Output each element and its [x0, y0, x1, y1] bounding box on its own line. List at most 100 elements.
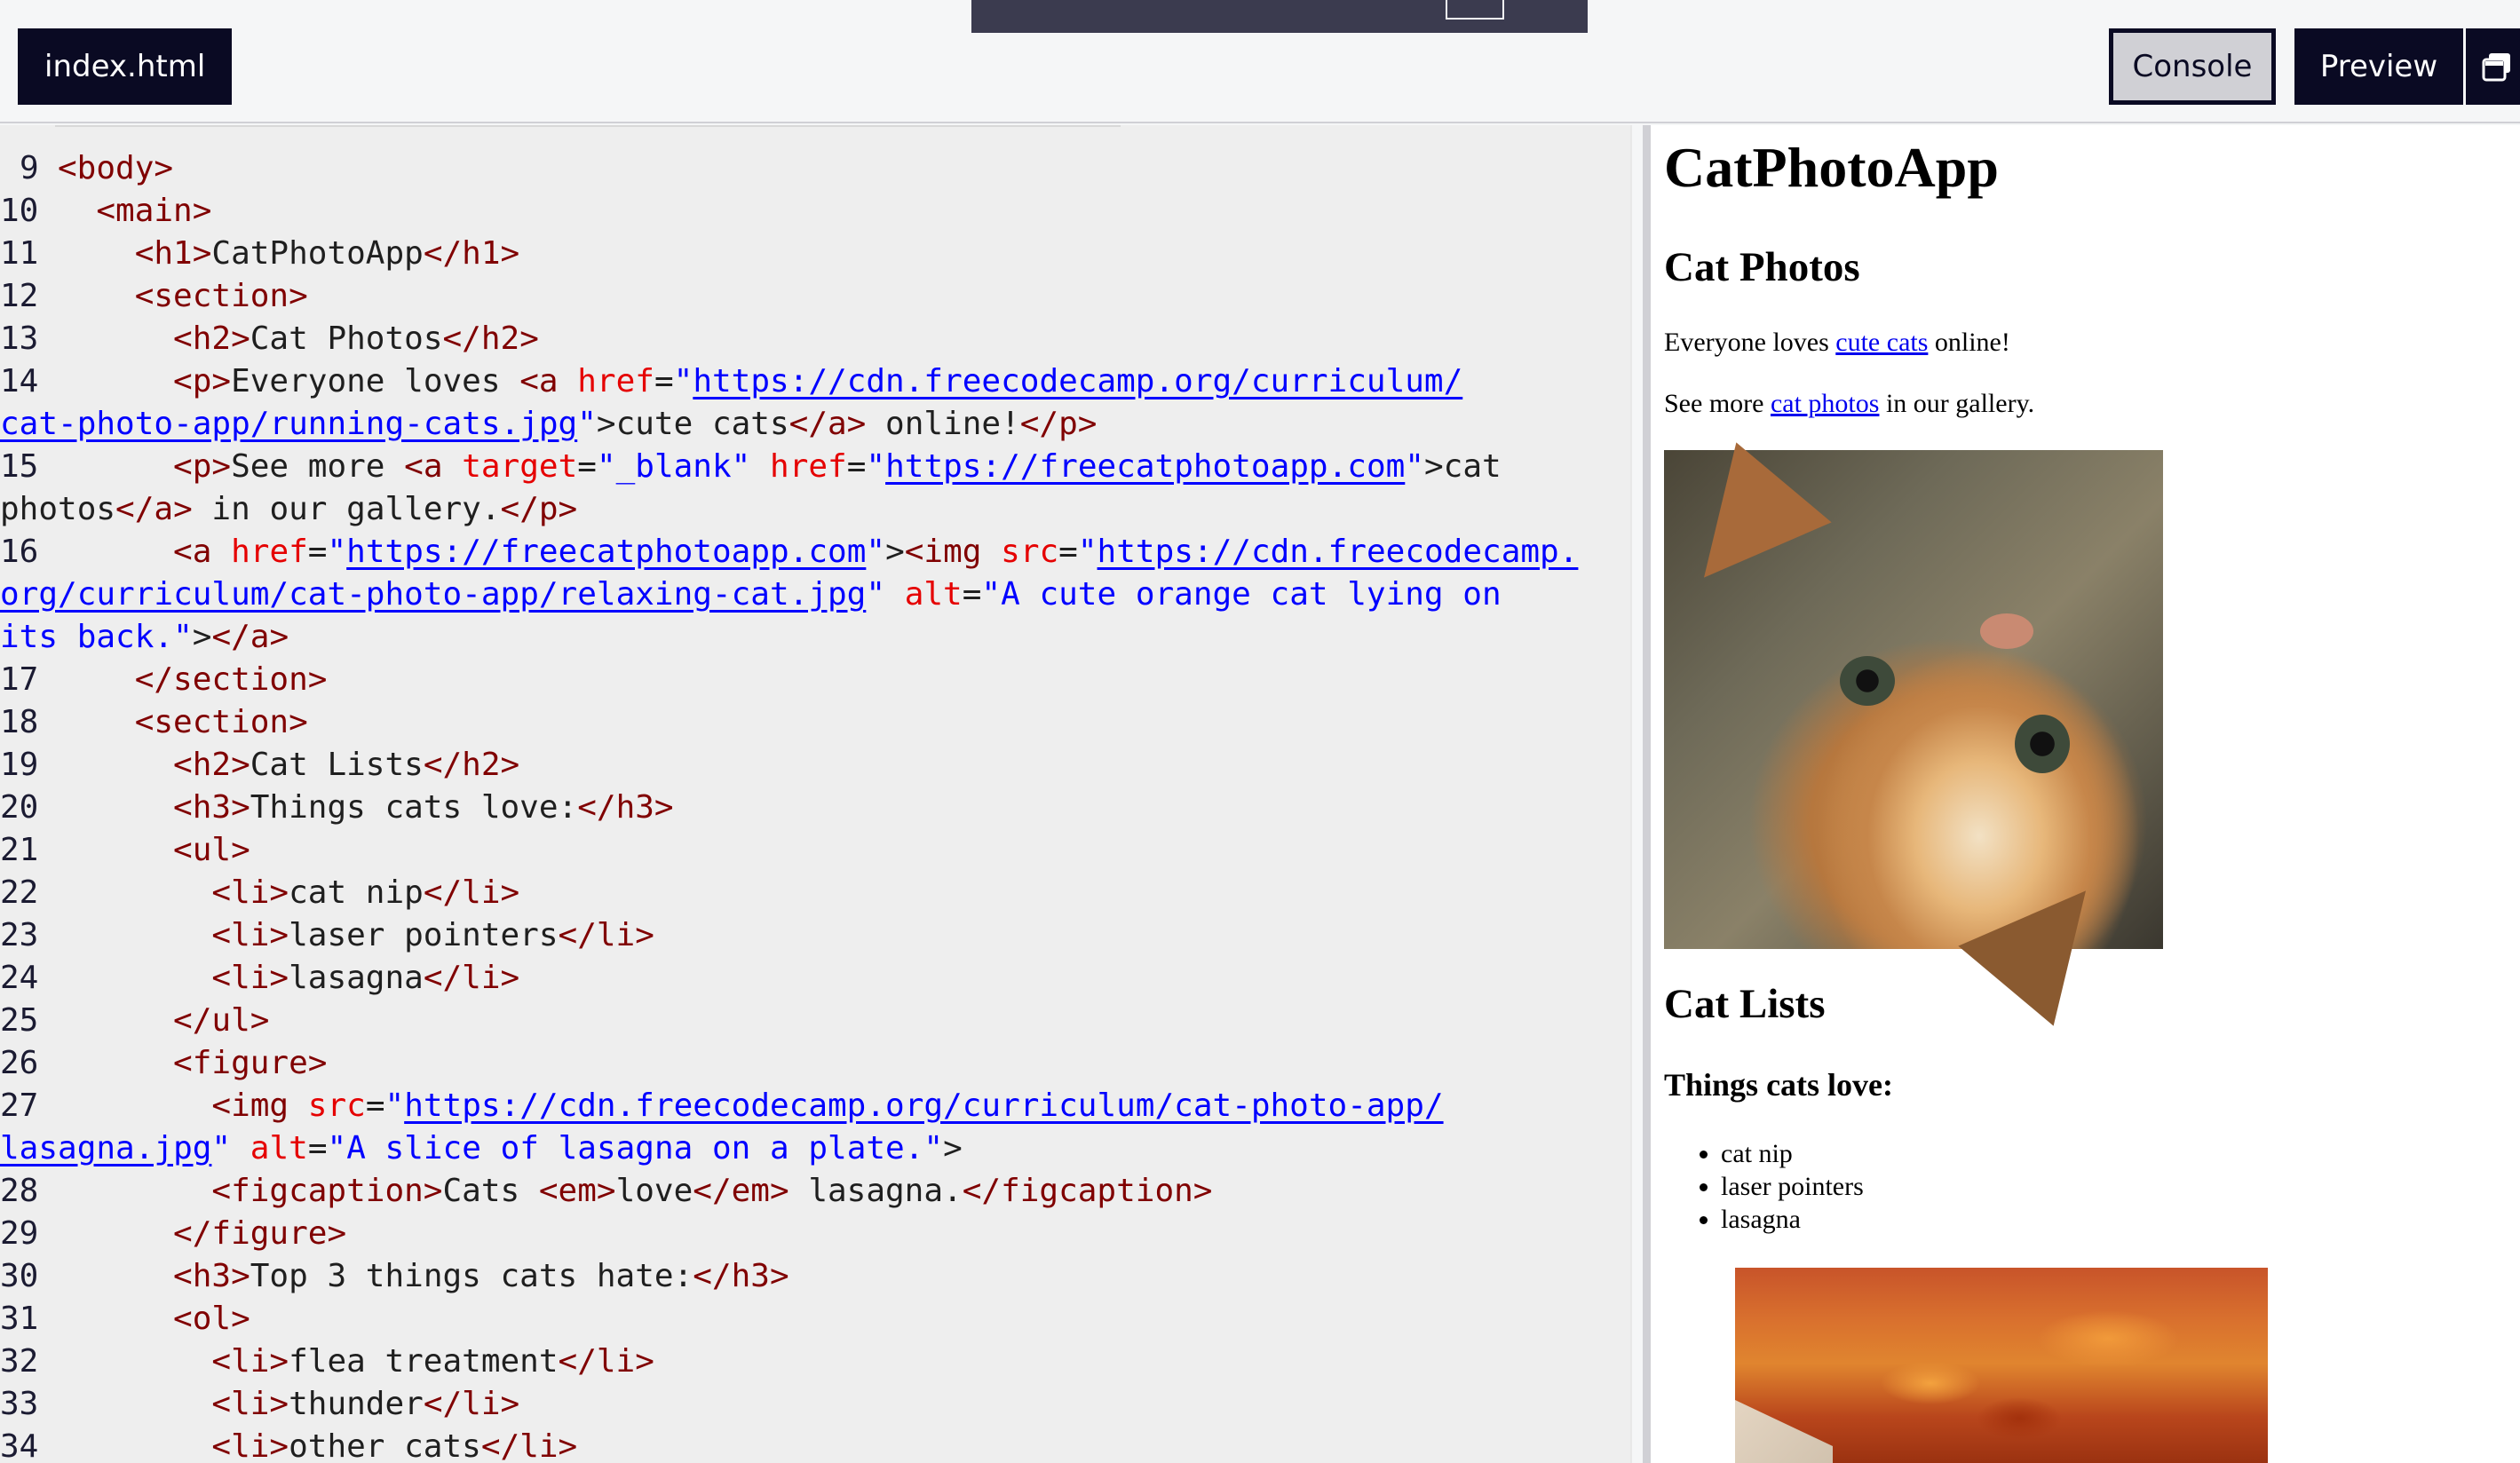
line-number: 19	[0, 747, 39, 783]
code-text: <li>flea treatment</li>	[211, 1343, 654, 1380]
code-text: <h3>Things cats love:</h3>	[173, 789, 674, 826]
list-item: laser pointers	[1721, 1170, 1864, 1203]
relaxing-cat-image[interactable]	[1656, 442, 2163, 1026]
line-number: 17	[0, 661, 39, 698]
cute-cats-link[interactable]: cute cats	[1835, 328, 1928, 357]
preview-h3-things-cats-love: Things cats love:	[1664, 1067, 1894, 1103]
code-text: <h1>CatPhotoApp</h1>	[134, 235, 520, 272]
code-line: 25 </ul>	[0, 1000, 1632, 1042]
line-number: 33	[0, 1386, 39, 1422]
code-text: </ul>	[173, 1002, 270, 1039]
line-number: 29	[0, 1215, 39, 1252]
top-bar: index.html Console Preview	[0, 0, 2520, 123]
cats-love-list: cat nip laser pointers lasagna	[1721, 1137, 1864, 1236]
code-line: 15 <p>See more <a target="_blank" href="…	[0, 446, 1632, 531]
preview-pane[interactable]: CatPhotoApp Cat Photos Everyone loves cu…	[1651, 125, 2520, 1463]
code-line: 14 <p>Everyone loves <a href="https://cd…	[0, 360, 1632, 446]
code-line: 13 <h2>Cat Photos</h2>	[0, 318, 1632, 360]
code-text: <h2>Cat Photos</h2>	[173, 320, 539, 357]
code-text: <figure>	[173, 1045, 328, 1081]
cat-eye	[1840, 656, 1895, 706]
line-number: 25	[0, 1002, 39, 1039]
code-line: 10 <main>	[0, 190, 1632, 233]
line-number: 13	[0, 320, 39, 357]
line-number: 26	[0, 1045, 39, 1081]
code-text: <li>lasagna</li>	[211, 960, 520, 996]
line-number: 11	[0, 235, 39, 272]
code-text: </section>	[134, 661, 328, 698]
cat-eye	[2015, 715, 2070, 773]
cat-ear	[1958, 850, 2134, 1026]
code-line: 11 <h1>CatPhotoApp</h1>	[0, 233, 1632, 275]
line-number: 31	[0, 1301, 39, 1337]
code-text: <img src="https://cdn.freecodecamp.org/c…	[0, 1087, 1444, 1166]
code-text: <section>	[134, 278, 308, 314]
code-text: <p>Everyone loves <a href="https://cdn.f…	[0, 363, 1463, 442]
line-number: 16	[0, 534, 39, 570]
code-line: 17 </section>	[0, 659, 1632, 701]
code-line: 32 <li>flea treatment</li>	[0, 1340, 1632, 1383]
drag-handle-box	[1446, 0, 1504, 20]
code-text: <a href="https://freecatphotoapp.com"><i…	[0, 534, 1579, 655]
line-number: 21	[0, 832, 39, 868]
code-text: <body>	[58, 150, 174, 186]
code-line: 21 <ul>	[0, 829, 1632, 872]
code-text: <section>	[134, 704, 308, 740]
line-number: 9	[20, 150, 39, 186]
external-window-icon	[2482, 53, 2510, 82]
code-line: 26 <figure>	[0, 1042, 1632, 1085]
code-line: 18 <section>	[0, 701, 1632, 744]
code-editor[interactable]: 9 <body> 10 <main> 11 <h1>CatPhotoApp</h…	[0, 125, 1632, 1463]
line-number: 27	[0, 1087, 39, 1124]
preview-paragraph-2: See more cat photos in our gallery.	[1664, 389, 2035, 418]
editor-top-rule	[55, 125, 1121, 127]
line-number: 24	[0, 960, 39, 996]
code-line: 20 <h3>Things cats love:</h3>	[0, 787, 1632, 829]
code-text: </figure>	[173, 1215, 347, 1252]
code-line: 27 <img src="https://cdn.freecodecamp.or…	[0, 1085, 1632, 1170]
line-number: 20	[0, 789, 39, 826]
preview-paragraph-1: Everyone loves cute cats online!	[1664, 328, 2010, 357]
code-line: 12 <section>	[0, 275, 1632, 318]
lasagna-image	[1735, 1268, 2268, 1463]
code-line: 19 <h2>Cat Lists</h2>	[0, 744, 1632, 787]
code-line: 24 <li>lasagna</li>	[0, 957, 1632, 1000]
cat-ear	[1656, 442, 1832, 618]
code-text: <li>thunder</li>	[211, 1386, 520, 1422]
cat-nose	[1980, 613, 2033, 649]
line-number: 23	[0, 917, 39, 953]
cat-photos-link[interactable]: cat photos	[1771, 389, 1879, 418]
preview-h1: CatPhotoApp	[1664, 136, 1999, 199]
line-number: 18	[0, 704, 39, 740]
code-text: <h3>Top 3 things cats hate:</h3>	[173, 1258, 789, 1294]
list-item: cat nip	[1721, 1137, 1864, 1170]
line-number: 22	[0, 874, 39, 911]
code-text: <ol>	[173, 1301, 250, 1337]
line-number: 34	[0, 1428, 39, 1463]
code-lines[interactable]: 9 <body> 10 <main> 11 <h1>CatPhotoApp</h…	[0, 147, 1632, 1463]
code-text: <h2>Cat Lists</h2>	[173, 747, 520, 783]
code-text: <li>other cats</li>	[211, 1428, 578, 1463]
code-text: <ul>	[173, 832, 250, 868]
pane-resize-divider[interactable]	[1643, 125, 1651, 1463]
console-button[interactable]: Console	[2109, 28, 2276, 105]
code-text: <figcaption>Cats <em>love</em> lasagna.<…	[211, 1173, 1213, 1209]
line-number: 15	[0, 448, 39, 485]
code-line: 28 <figcaption>Cats <em>love</em> lasagn…	[0, 1170, 1632, 1213]
code-line: 16 <a href="https://freecatphotoapp.com"…	[0, 531, 1632, 659]
line-number: 30	[0, 1258, 39, 1294]
preview-button[interactable]: Preview	[2294, 28, 2463, 105]
popout-preview-button[interactable]	[2463, 28, 2520, 105]
code-line: 9 <body>	[0, 147, 1632, 190]
code-line: 23 <li>laser pointers</li>	[0, 914, 1632, 957]
line-number: 10	[0, 193, 39, 229]
code-text: <li>laser pointers</li>	[211, 917, 654, 953]
code-text: <p>See more <a target="_blank" href="htt…	[0, 448, 1502, 527]
preview-h2-cat-photos: Cat Photos	[1664, 244, 1860, 290]
code-line: 33 <li>thunder</li>	[0, 1383, 1632, 1426]
list-item: lasagna	[1721, 1203, 1864, 1236]
line-number: 28	[0, 1173, 39, 1209]
code-line: 22 <li>cat nip</li>	[0, 872, 1632, 914]
file-tab-index-html[interactable]: index.html	[18, 28, 233, 105]
line-number: 12	[0, 278, 39, 314]
